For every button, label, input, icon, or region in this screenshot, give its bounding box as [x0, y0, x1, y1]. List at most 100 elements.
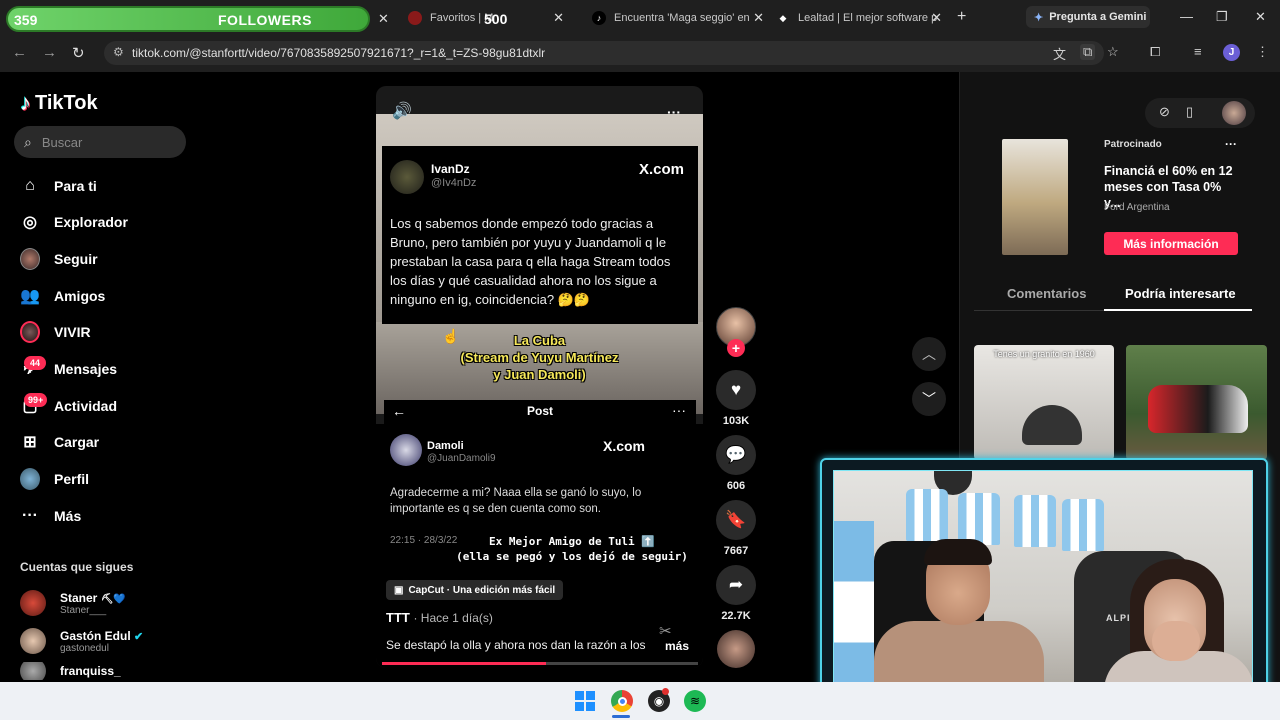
more-info-button[interactable]: Más información	[1104, 232, 1238, 255]
sound-avatar[interactable]	[717, 630, 755, 668]
sidebar-item-label: Seguir	[54, 251, 98, 267]
windows-start-icon[interactable]	[574, 690, 596, 712]
x-logo: X.com	[638, 161, 684, 178]
search-input[interactable]: ⌕ Buscar	[14, 126, 186, 158]
tab-label: Lealtad | El mejor software p	[798, 12, 938, 24]
window-close-icon[interactable]: ✕	[1255, 9, 1266, 25]
recommended-video-thumbnail[interactable]	[1126, 345, 1267, 460]
minimize-icon[interactable]: —	[1180, 9, 1193, 24]
windows-taskbar	[0, 682, 1280, 720]
sidebar-item-amigos[interactable]: 👥 Amigos	[20, 283, 105, 309]
caption-line: y Juan Damoli)	[493, 367, 586, 382]
extensions-icon[interactable]: ⧠	[1150, 44, 1160, 60]
tweet-author-name: Damoli	[427, 440, 464, 452]
video-player[interactable]: IvanDz @Iv4nDz X.com Los q sabemos donde…	[376, 86, 703, 668]
user-avatar[interactable]	[1222, 101, 1246, 125]
tab-active-indicator	[1104, 309, 1252, 311]
comment-button[interactable]: 💬	[716, 435, 756, 475]
caption-line: (Stream de Yuyu Martínez	[460, 350, 619, 365]
activity-badge: 99+	[24, 393, 48, 407]
tiktok-logo[interactable]: ♪ TikTok	[20, 90, 98, 116]
sidebar-item-para-ti[interactable]: ⌂ Para ti	[20, 173, 97, 199]
chevron-up-icon[interactable]: ︿	[912, 337, 946, 371]
recommended-video-thumbnail[interactable]: Tenes un granito en 1960	[974, 345, 1114, 460]
sidebar-item-label: Amigos	[54, 288, 106, 304]
account-item[interactable]: Staner ⛏💙 Staner___	[20, 588, 126, 618]
more-button[interactable]: más	[665, 639, 689, 653]
profile-avatar[interactable]: J	[1223, 44, 1240, 61]
comment-count: 606	[726, 480, 746, 492]
media-controls-icon[interactable]: ≡	[1194, 44, 1202, 59]
gemini-label: Pregunta a Gemini	[1049, 11, 1147, 23]
upload-icon: ⊞	[23, 434, 37, 451]
account-name: Gastón Edul	[60, 628, 131, 643]
followers-label: FOLLOWERS	[218, 12, 312, 28]
ad-thumbnail[interactable]	[1002, 139, 1068, 255]
video-text-overlay: Ex Mejor Amigo de Tuli ⬆️ (ella se pegó …	[442, 534, 702, 564]
share-count: 22.7K	[721, 610, 751, 622]
account-item[interactable]: Gastón Edul ✔ gastonedul	[20, 626, 143, 656]
logo-text: TikTok	[35, 91, 98, 114]
tab-podria-interesarte[interactable]: Podría interesarte	[1125, 286, 1236, 301]
share-button[interactable]: ➦	[716, 565, 756, 605]
ad-more-options-icon[interactable]: ···	[1225, 137, 1237, 151]
save-button[interactable]: 🔖	[716, 500, 756, 540]
sidebar-item-label: VIVIR	[54, 324, 91, 340]
webcam-feed: ALPINA	[833, 470, 1253, 704]
close-icon[interactable]: ✕	[931, 10, 942, 26]
url-bar[interactable]: ⚙ tiktok.com/@stanfortt/video/7670835892…	[104, 41, 1104, 65]
tab-tiktok-search[interactable]: ♪ Encuentra 'Maga seggio' en ✕	[584, 4, 770, 32]
capcut-link[interactable]: ▣ CapCut · Una edición más fácil	[386, 580, 564, 600]
bookmark-star-icon[interactable]: ☆	[1107, 44, 1119, 60]
close-icon[interactable]: ✕	[553, 10, 564, 26]
active-app-indicator	[612, 715, 630, 718]
like-button[interactable]: ♥	[716, 370, 756, 410]
reload-icon[interactable]: ↻	[72, 44, 85, 62]
restore-icon[interactable]: ❐	[1216, 9, 1228, 25]
phone-icon[interactable]: ▯	[1186, 104, 1193, 120]
site-info-icon[interactable]: ⚙	[113, 45, 124, 59]
screen-share-icon[interactable]: ⧉	[1080, 44, 1096, 60]
spotify-icon[interactable]: ≋	[684, 690, 706, 712]
sidebar-item-label: Para ti	[54, 178, 97, 194]
video-progress-bar[interactable]	[382, 662, 698, 665]
video-more-options-icon[interactable]: ···	[667, 104, 681, 120]
close-icon[interactable]: ✕	[753, 10, 764, 26]
video-author[interactable]: TTT · Hace 1 día(s)	[386, 610, 493, 625]
account-item[interactable]: franquiss_	[20, 662, 121, 680]
avatar	[20, 662, 46, 680]
forward-icon[interactable]: →	[42, 44, 57, 61]
person-image	[924, 539, 992, 565]
follow-plus-button[interactable]: +	[727, 339, 745, 357]
capcut-watermark-icon: ✂	[659, 623, 672, 640]
share-icon: ➦	[728, 575, 744, 594]
close-icon[interactable]: ✕	[378, 11, 389, 27]
verified-icon: ✔	[134, 630, 144, 643]
post-header: ← Post ···	[384, 400, 696, 424]
tab-comentarios[interactable]: Comentarios	[1007, 286, 1086, 301]
sidebar-item-perfil[interactable]: Perfil	[20, 466, 89, 492]
sidebar-item-explorador[interactable]: ◎ Explorador	[20, 209, 128, 235]
menu-kebab-icon[interactable]: ⋮	[1256, 44, 1269, 60]
gemini-button[interactable]: ✦ Pregunta a Gemini	[1026, 6, 1150, 28]
comment-icon: 💬	[725, 445, 747, 464]
notification-dot	[662, 688, 669, 695]
translate-icon[interactable]: 文	[1053, 44, 1066, 63]
home-icon: ⌂	[25, 177, 35, 194]
x-logo: X.com	[602, 438, 645, 454]
volume-icon[interactable]: 🔊	[392, 101, 412, 121]
sidebar-item-seguir[interactable]: Seguir	[20, 246, 98, 272]
following-accounts-title: Cuentas que sigues	[20, 560, 134, 574]
tab-lealtad[interactable]: ◆ Lealtad | El mejor software p ✕	[768, 4, 948, 32]
video-description: Se destapó la olla y ahora nos dan la ra…	[386, 638, 646, 652]
chevron-down-icon[interactable]: ﹀	[912, 382, 946, 416]
sidebar-item-cargar[interactable]: ⊞ Cargar	[20, 429, 99, 455]
more-icon: ···	[22, 507, 38, 524]
sidebar-item-mas[interactable]: ··· Más	[20, 503, 81, 529]
sidebar-item-vivir[interactable]: VIVIR	[20, 319, 91, 345]
followers-count: 359	[14, 12, 38, 28]
chrome-icon[interactable]	[611, 690, 633, 712]
coin-icon[interactable]: ⊘	[1159, 104, 1170, 120]
new-tab-button[interactable]: +	[957, 8, 966, 26]
back-icon[interactable]: ←	[12, 44, 27, 61]
